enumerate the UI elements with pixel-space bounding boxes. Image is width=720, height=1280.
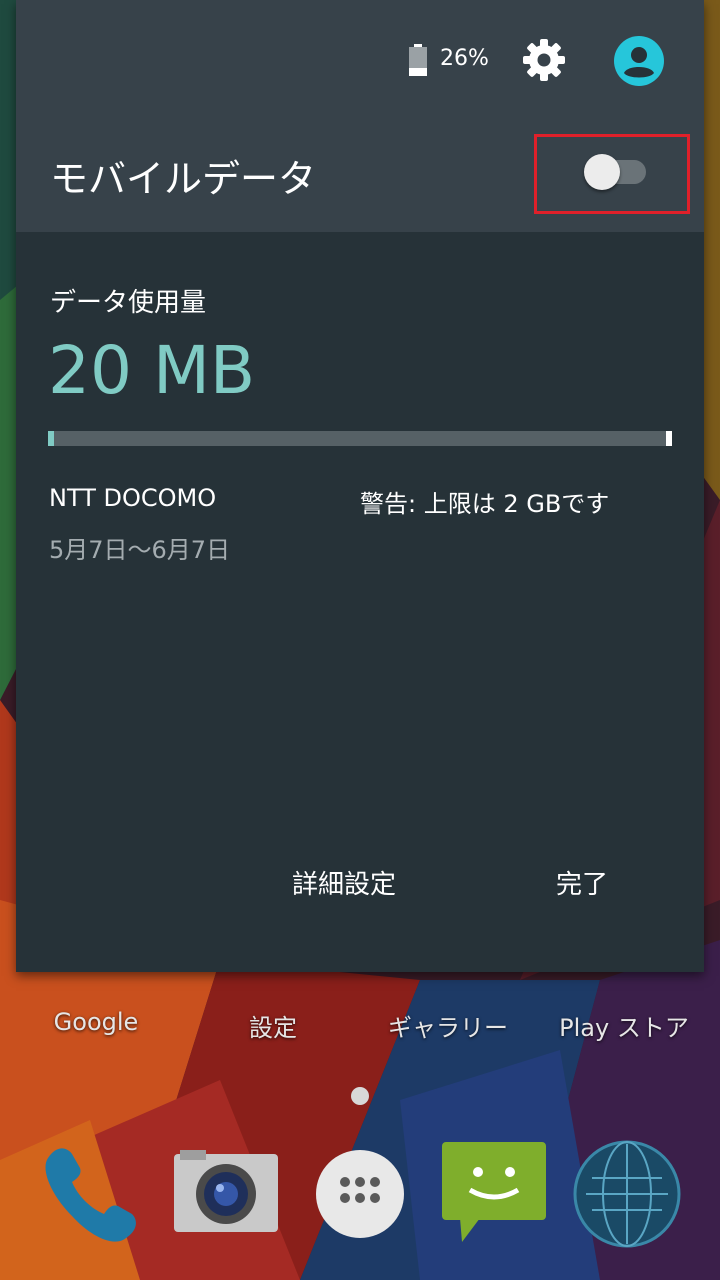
browser-globe-icon[interactable] bbox=[572, 1138, 682, 1248]
gear-icon[interactable] bbox=[522, 38, 566, 82]
progress-limit-marker bbox=[666, 431, 672, 446]
home-app-label-settings[interactable]: 設定 bbox=[183, 1008, 363, 1043]
panel-header: 26% モバイルデータ bbox=[16, 0, 704, 232]
account-circle-icon[interactable] bbox=[614, 36, 664, 86]
data-usage-amount: 20 MB bbox=[48, 332, 256, 409]
data-usage-label: データ使用量 bbox=[50, 288, 207, 318]
battery-percent: 26% bbox=[440, 46, 489, 71]
mobile-data-title: モバイルデータ bbox=[50, 157, 317, 201]
phone-icon[interactable] bbox=[34, 1138, 144, 1248]
messaging-icon[interactable] bbox=[440, 1138, 550, 1248]
data-limit-warning: 警告: 上限は 2 GBです bbox=[360, 490, 610, 518]
billing-period: 5月7日〜6月7日 bbox=[49, 536, 231, 564]
home-app-label-gallery[interactable]: ギャラリー bbox=[358, 1008, 538, 1043]
battery-icon bbox=[409, 44, 427, 76]
data-usage-progress-bar bbox=[48, 431, 672, 446]
highlight-box bbox=[534, 134, 690, 214]
camera-icon[interactable] bbox=[172, 1138, 282, 1248]
done-button[interactable]: 完了 bbox=[556, 864, 608, 901]
mobile-data-panel: 26% モバイルデータ データ使用量 20 MB NTT DOCOMO 警告: … bbox=[16, 0, 704, 972]
home-app-label-google[interactable]: Google bbox=[6, 1008, 186, 1036]
carrier-name: NTT DOCOMO bbox=[49, 484, 217, 512]
page-indicator-dot bbox=[351, 1087, 369, 1105]
app-drawer-icon[interactable] bbox=[305, 1138, 415, 1248]
home-app-label-play-store[interactable]: Play ストア bbox=[534, 1008, 714, 1043]
more-settings-button[interactable]: 詳細設定 bbox=[292, 864, 396, 901]
progress-fill bbox=[48, 431, 54, 446]
